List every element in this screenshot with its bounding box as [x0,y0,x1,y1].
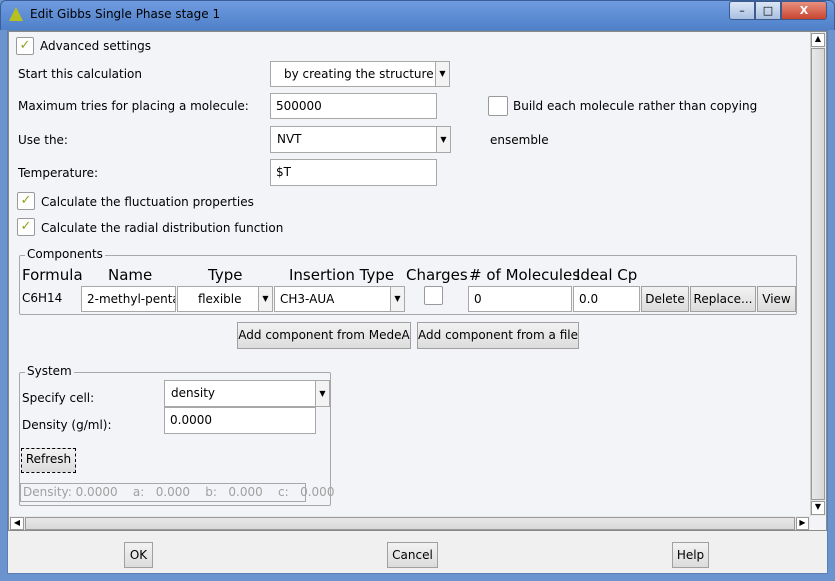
specify-cell-select[interactable]: density ▼ [164,380,330,407]
chevron-down-icon: ▼ [315,381,329,406]
temperature-label: Temperature: [18,166,99,180]
specify-cell-label: Specify cell: [22,391,95,405]
component-name-input[interactable]: 2-methyl-penta [81,286,176,312]
advanced-settings-label: Advanced settings [40,39,151,53]
header-type: Type [208,266,243,284]
ensemble-suffix: ensemble [490,133,549,147]
header-charges: Charges [406,266,468,284]
add-from-file-button[interactable]: Add component from a file [417,322,579,349]
build-molecule-label: Build each molecule rather than copying [513,99,758,113]
minimize-button[interactable]: – [729,1,755,20]
scroll-left-icon[interactable]: ◀ [10,517,24,530]
header-formula: Formula [22,266,83,284]
scroll-up-icon[interactable]: ▲ [811,33,825,47]
view-button[interactable]: View [757,286,796,312]
fluctuation-checkbox[interactable]: ✓ [17,192,35,210]
density-input[interactable]: 0.0000 [164,407,316,434]
delete-button[interactable]: Delete [641,286,689,312]
cancel-button[interactable]: Cancel [387,542,438,568]
advanced-settings-checkbox[interactable]: ✓ [16,37,34,55]
header-insertion-type: Insertion Type [289,266,395,284]
component-formula: C6H14 [22,291,63,305]
start-value: by creating the structure [284,67,434,81]
rdf-label: Calculate the radial distribution functi… [41,221,284,235]
ok-button[interactable]: OK [124,542,153,568]
components-legend: Components [25,247,105,261]
header-ideal-cp: Ideal Cp [576,266,638,284]
help-button[interactable]: Help [672,542,709,568]
chevron-down-icon: ▼ [390,287,404,311]
refresh-button[interactable]: Refresh [21,448,76,473]
app-logo-icon [9,7,23,21]
insertion-type-select[interactable]: CH3-AUA ▼ [274,286,405,312]
system-legend: System [25,364,74,378]
add-from-medea-button[interactable]: Add component from MedeA [237,322,411,349]
replace-button[interactable]: Replace... [690,286,756,312]
chevron-down-icon: ▼ [435,62,449,86]
close-button[interactable]: X [781,1,827,20]
scroll-right-icon[interactable]: ▶ [796,517,809,530]
temperature-input[interactable]: $T [270,159,437,186]
horizontal-scroll-thumb[interactable] [25,517,795,530]
max-tries-label: Maximum tries for placing a molecule: [18,99,249,113]
window-title: Edit Gibbs Single Phase stage 1 [30,7,221,21]
start-select[interactable]: by creating the structure ▼ [270,61,450,87]
vertical-scroll-thumb[interactable] [811,48,825,500]
header-molecules: # of Molecules [469,266,581,284]
ideal-cp-input[interactable]: 0.0 [573,286,640,312]
charges-checkbox[interactable] [424,286,443,305]
molecules-input[interactable]: 0 [468,286,572,312]
scroll-down-icon[interactable]: ▼ [811,501,825,515]
component-type-value: flexible [198,292,242,306]
density-label: Density (g/ml): [22,418,112,432]
use-label: Use the: [18,133,68,147]
maximize-button[interactable]: □ [755,1,781,20]
system-summary: Density: 0.0000 a: 0.000 b: 0.000 c: 0.0… [20,483,334,502]
component-type-select[interactable]: flexible ▼ [177,286,273,312]
fluctuation-label: Calculate the fluctuation properties [41,195,254,209]
ensemble-value: NVT [277,132,302,146]
start-label: Start this calculation [18,67,143,81]
ensemble-select[interactable]: NVT ▼ [270,126,451,153]
max-tries-input[interactable]: 500000 [270,93,437,119]
rdf-checkbox[interactable]: ✓ [17,218,35,236]
header-name: Name [108,266,153,284]
chevron-down-icon: ▼ [436,127,450,152]
specify-cell-value: density [171,386,215,400]
insertion-type-value: CH3-AUA [280,292,335,306]
build-molecule-checkbox[interactable] [488,96,508,116]
chevron-down-icon: ▼ [258,287,272,311]
